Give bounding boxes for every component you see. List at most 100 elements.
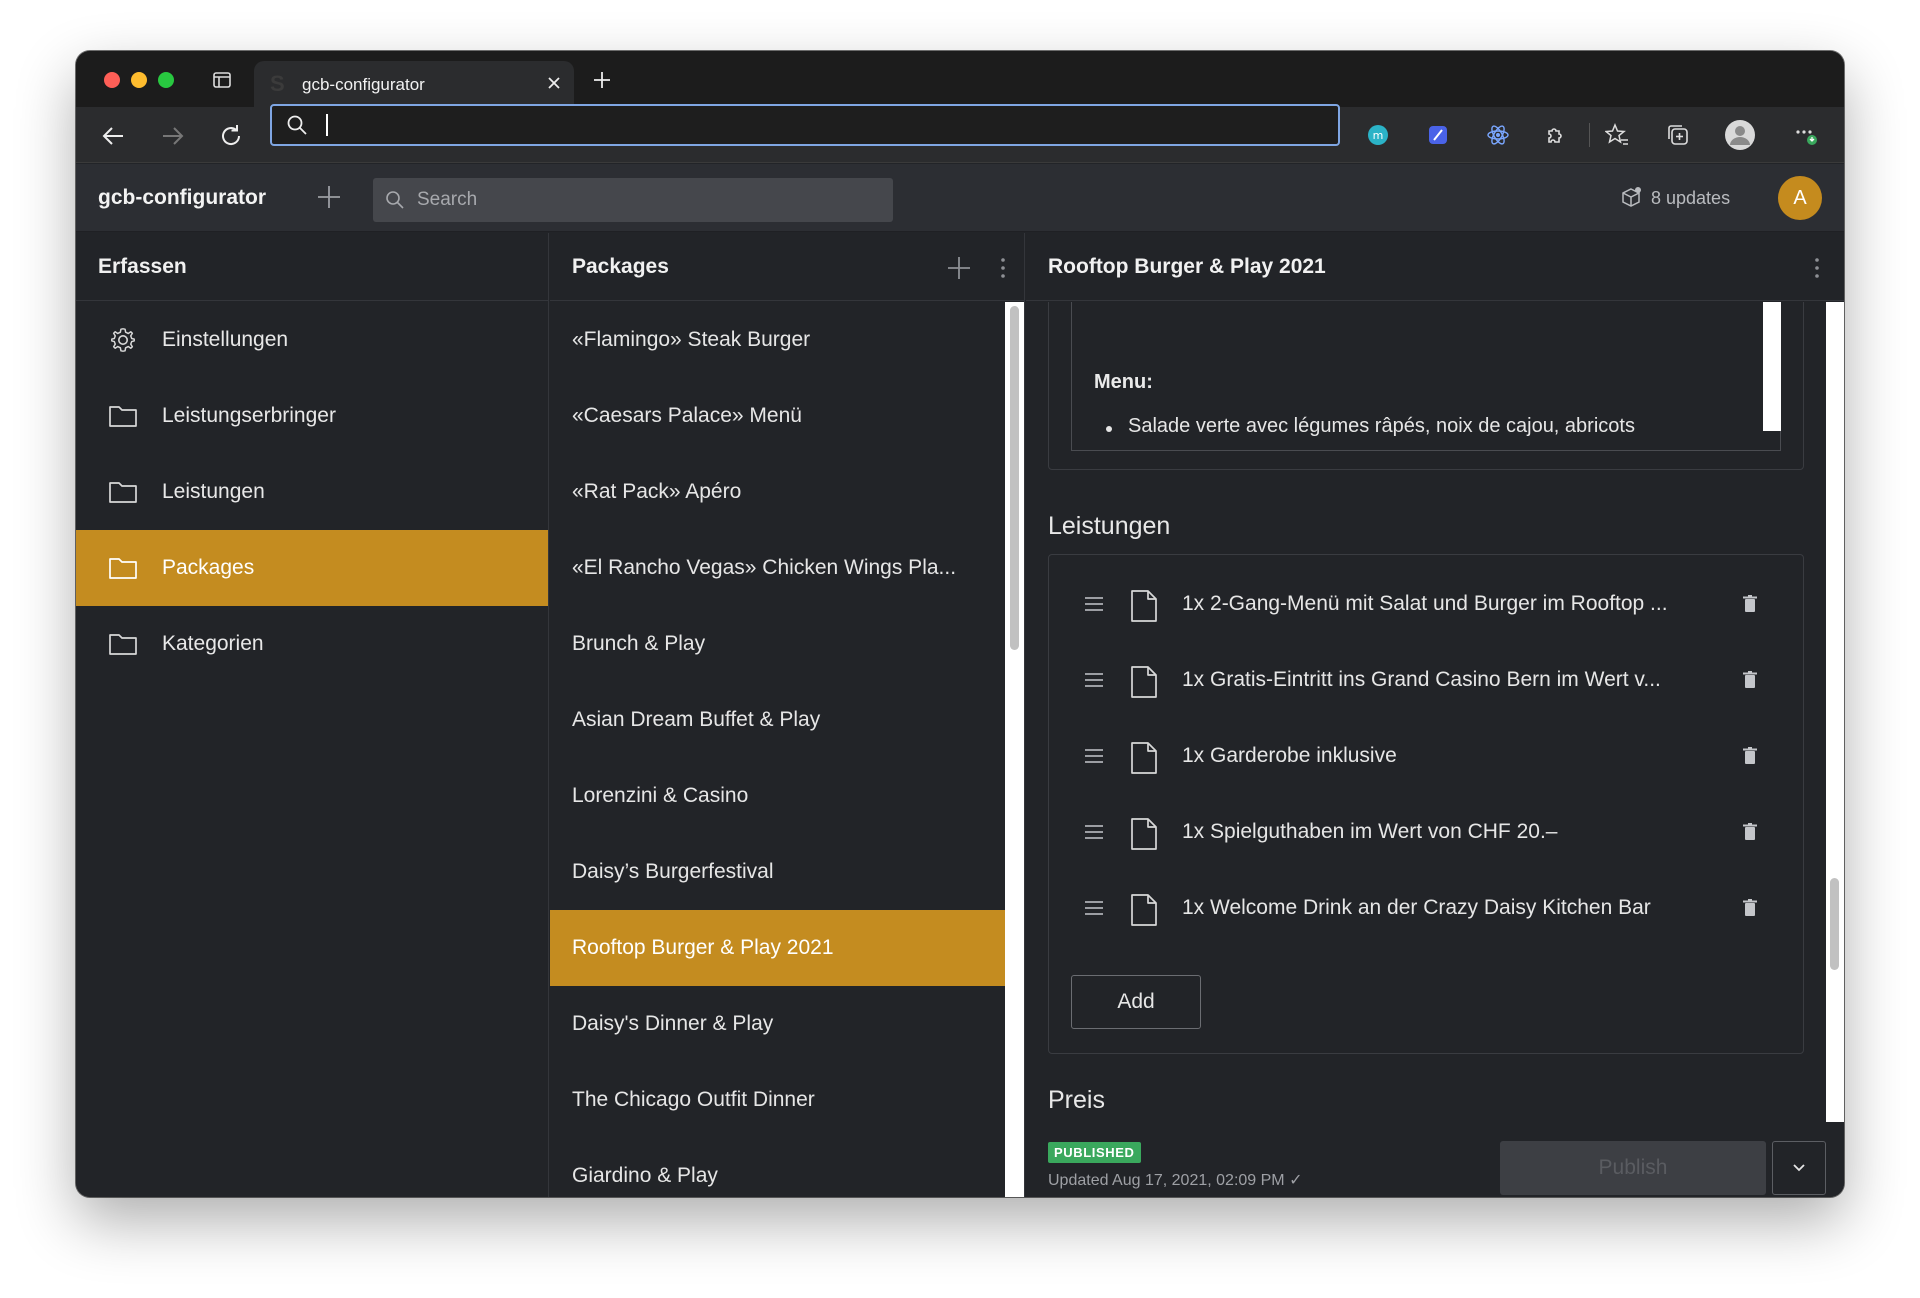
- list-item[interactable]: The Chicago Outfit Dinner: [550, 1062, 1005, 1138]
- search-input[interactable]: [417, 188, 877, 212]
- drag-handle-icon[interactable]: [1083, 899, 1105, 917]
- list-item[interactable]: Brunch & Play: [550, 606, 1005, 682]
- document-scrollbar[interactable]: [1826, 302, 1844, 1122]
- create-new-icon[interactable]: [316, 184, 342, 210]
- list-item-label: Asian Dream Buffet & Play: [572, 708, 821, 731]
- react-devtools-icon[interactable]: [1486, 123, 1510, 147]
- array-item[interactable]: 1x Gratis-Eintritt ins Grand Casino Bern…: [1049, 641, 1803, 717]
- drag-handle-icon[interactable]: [1083, 823, 1105, 841]
- favorites-star-icon[interactable]: [1605, 123, 1629, 147]
- back-icon[interactable]: [100, 123, 126, 149]
- scrollbar-thumb[interactable]: [1830, 878, 1839, 970]
- list-item[interactable]: «Caesars Palace» Menü: [550, 378, 1005, 454]
- drag-handle-icon[interactable]: [1083, 595, 1105, 613]
- avatar[interactable]: A: [1778, 176, 1822, 220]
- pane-header: Packages: [550, 233, 1024, 301]
- scrollbar-thumb[interactable]: [1010, 306, 1019, 650]
- trash-icon[interactable]: [1743, 747, 1757, 765]
- nav-item-label: Einstellungen: [162, 328, 289, 351]
- array-item[interactable]: 1x Welcome Drink an der Crazy Daisy Kitc…: [1049, 869, 1803, 945]
- maximize-window-button[interactable]: [158, 72, 174, 88]
- list-item-label: Rooftop Burger & Play 2021: [572, 936, 834, 959]
- tab-bar: S gcb-configurator: [76, 51, 1844, 107]
- document-icon: [1131, 894, 1157, 926]
- erfassen-pane: Erfassen Einstellungen Leistungserbringe…: [76, 233, 549, 1197]
- trash-icon[interactable]: [1743, 671, 1757, 689]
- app-search[interactable]: [373, 178, 893, 222]
- nav-item-leistungen[interactable]: Leistungen: [76, 454, 548, 530]
- list-item[interactable]: «El Rancho Vegas» Chicken Wings Pla...: [550, 530, 1005, 606]
- drag-handle-icon[interactable]: [1083, 671, 1105, 689]
- add-button[interactable]: Add: [1071, 975, 1201, 1029]
- address-bar[interactable]: [270, 104, 1340, 146]
- chevron-down-icon: [1793, 1163, 1805, 1171]
- list-item-label: Giardino & Play: [572, 1164, 718, 1187]
- minimize-window-button[interactable]: [131, 72, 147, 88]
- array-item[interactable]: 1x Spielguthaben im Wert von CHF 20.–: [1049, 793, 1803, 869]
- collections-icon[interactable]: [1666, 123, 1690, 147]
- list-item[interactable]: Daisy's Dinner & Play: [550, 986, 1005, 1062]
- array-item[interactable]: 1x 2-Gang-Menü mit Salat und Burger im R…: [1049, 565, 1803, 641]
- list-item-label: «El Rancho Vegas» Chicken Wings Pla...: [572, 556, 957, 579]
- feather-icon[interactable]: [1426, 123, 1450, 147]
- publish-menu-button[interactable]: [1772, 1141, 1826, 1195]
- browser-window: S gcb-configurator m gcb-configurator Se…: [76, 51, 1844, 1197]
- document-menu-icon[interactable]: [1804, 255, 1830, 281]
- preis-heading: Preis: [1048, 1086, 1105, 1114]
- app-header: gcb-configurator 8 updates A: [76, 164, 1844, 232]
- list-item[interactable]: Lorenzini & Casino: [550, 758, 1005, 834]
- document-pane: Rooftop Burger & Play 2021 Menu: Salade …: [1026, 233, 1844, 1197]
- list-item[interactable]: «Flamingo» Steak Burger: [550, 302, 1005, 378]
- list-item[interactable]: Giardino & Play: [550, 1138, 1005, 1197]
- search-icon: [386, 191, 404, 209]
- trash-icon[interactable]: [1743, 899, 1757, 917]
- list-item-selected[interactable]: Rooftop Burger & Play 2021: [550, 910, 1005, 986]
- new-tab-icon[interactable]: [591, 69, 613, 91]
- tab-actions-icon[interactable]: [212, 70, 232, 90]
- list-item[interactable]: Asian Dream Buffet & Play: [550, 682, 1005, 758]
- close-window-button[interactable]: [104, 72, 120, 88]
- drag-handle-icon[interactable]: [1083, 747, 1105, 765]
- updated-timestamp: Updated Aug 17, 2021, 02:09 PM ✓: [1048, 1172, 1303, 1189]
- pane-menu-icon[interactable]: [990, 255, 1016, 281]
- more-icon[interactable]: [1794, 123, 1818, 147]
- profile-icon[interactable]: [1724, 119, 1756, 151]
- package-list-scrollbar[interactable]: [1005, 302, 1024, 1197]
- nav-item-packages[interactable]: Packages: [76, 530, 548, 606]
- array-item-label: 1x Gratis-Eintritt ins Grand Casino Bern…: [1182, 668, 1661, 691]
- address-input[interactable]: [320, 112, 1320, 138]
- trash-icon[interactable]: [1743, 595, 1757, 613]
- folder-icon: [109, 634, 137, 655]
- updates-label: 8 updates: [1651, 187, 1731, 208]
- list-item-label: «Rat Pack» Apéro: [572, 480, 742, 503]
- leistungen-array-field: 1x 2-Gang-Menü mit Salat und Burger im R…: [1048, 554, 1804, 1054]
- toolbar-separator: [1589, 123, 1590, 147]
- array-item-label: 1x 2-Gang-Menü mit Salat und Burger im R…: [1182, 592, 1668, 615]
- puzzle-icon[interactable]: [1544, 123, 1568, 147]
- package-icon: [1622, 187, 1641, 207]
- nav-item-einstellungen[interactable]: Einstellungen: [76, 302, 548, 378]
- array-item-label: 1x Garderobe inklusive: [1182, 744, 1397, 767]
- app-title: gcb-configurator: [98, 186, 266, 209]
- close-tab-icon[interactable]: [544, 73, 564, 93]
- list-item[interactable]: «Rat Pack» Apéro: [550, 454, 1005, 530]
- list-item[interactable]: Daisy’s Burgerfestival: [550, 834, 1005, 910]
- folder-icon: [109, 482, 137, 503]
- trash-icon[interactable]: [1743, 823, 1757, 841]
- nav-item-kategorien[interactable]: Kategorien: [76, 606, 548, 682]
- add-package-icon[interactable]: [946, 255, 972, 281]
- pane-header: Rooftop Burger & Play 2021: [1026, 233, 1844, 301]
- editor-scrollbar[interactable]: [1763, 302, 1781, 431]
- updates-button[interactable]: 8 updates: [1619, 184, 1730, 212]
- nav-item-leistungserbringer[interactable]: Leistungserbringer: [76, 378, 548, 454]
- forward-icon[interactable]: [160, 123, 186, 149]
- meet-icon[interactable]: m: [1366, 123, 1390, 147]
- browser-tab[interactable]: S gcb-configurator: [254, 61, 574, 107]
- rich-text-editor[interactable]: Menu: Salade verte avec légumes râpés, n…: [1071, 302, 1781, 451]
- array-item[interactable]: 1x Garderobe inklusive: [1049, 717, 1803, 793]
- publish-button[interactable]: Publish: [1500, 1141, 1766, 1195]
- array-item-label: 1x Welcome Drink an der Crazy Daisy Kitc…: [1182, 896, 1651, 919]
- packages-pane: Packages «Flamingo» Steak Burger «Caesar…: [550, 233, 1025, 1197]
- reload-icon[interactable]: [218, 123, 244, 149]
- menu-heading: Menu:: [1094, 371, 1153, 393]
